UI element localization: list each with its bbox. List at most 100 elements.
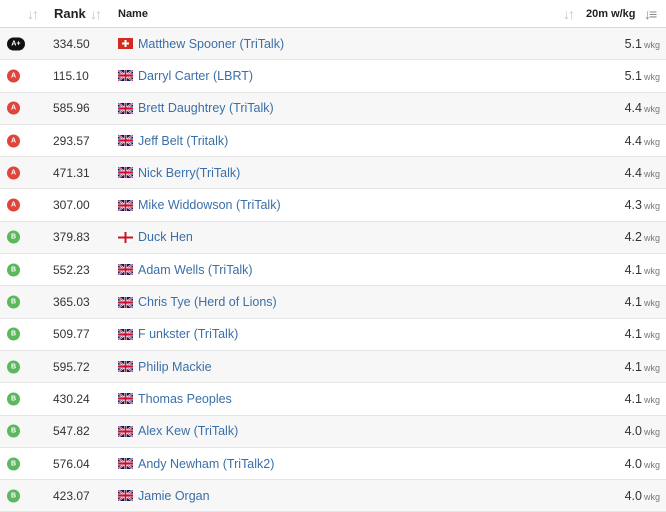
rider-name-link[interactable]: Darryl Carter (LBRT) bbox=[138, 69, 253, 83]
rider-name-cell: Adam Wells (TriTalk) bbox=[118, 263, 253, 277]
rider-name-link[interactable]: Alex Kew (TriTalk) bbox=[138, 424, 238, 438]
wkg-unit: wkg bbox=[643, 298, 660, 309]
rider-name-link[interactable]: F unkster (TriTalk) bbox=[138, 327, 238, 341]
uk-flag-icon bbox=[118, 296, 138, 308]
rider-name-link[interactable]: Thomas Peoples bbox=[138, 392, 232, 406]
rider-name-link[interactable]: Philip Mackie bbox=[138, 360, 212, 374]
wkg-unit: wkg bbox=[643, 136, 660, 147]
rank-points: 365.03 bbox=[53, 295, 90, 310]
table-row: B 576.04 Andy Newham (TriTalk2) 4.0 wkg bbox=[0, 448, 666, 481]
category-badge: B bbox=[7, 263, 20, 277]
england-flag-icon bbox=[118, 231, 138, 243]
table-row: A 293.57 Jeff Belt (Tritalk) 4.4 wkg bbox=[0, 125, 666, 158]
rank-points: 471.31 bbox=[53, 165, 90, 180]
uk-flag-icon bbox=[118, 328, 138, 340]
table-row: B 365.03 Chris Tye (Herd of Lions) 4.1 wkg bbox=[0, 286, 666, 319]
sort-icon[interactable]: ↓↑ bbox=[27, 6, 39, 22]
wkg-unit: wkg bbox=[643, 491, 660, 502]
table-row: A 585.96 Brett Daughtrey (TriTalk) 4.4 wkg bbox=[0, 92, 666, 125]
wkg-cell: 4.4 wkg bbox=[625, 134, 660, 148]
wkg-unit: wkg bbox=[643, 459, 660, 470]
rider-name-link[interactable]: Jeff Belt (Tritalk) bbox=[138, 134, 228, 148]
rider-name-cell: Darryl Carter (LBRT) bbox=[118, 69, 253, 83]
rider-name-cell: Brett Daughtrey (TriTalk) bbox=[118, 101, 274, 115]
wkg-unit: wkg bbox=[643, 201, 660, 212]
uk-flag-icon bbox=[118, 102, 138, 114]
table-row: B 379.83 Duck Hen 4.2 wkg bbox=[0, 221, 666, 255]
wkg-cell: 4.0 wkg bbox=[625, 489, 660, 503]
wkg-value: 4.0 bbox=[624, 424, 642, 439]
wkg-cell: 4.1 wkg bbox=[625, 327, 660, 341]
category-badge: A bbox=[7, 69, 20, 83]
wkg-value: 4.1 bbox=[624, 359, 642, 374]
sort-icon[interactable]: ↓↑ bbox=[563, 6, 575, 22]
rank-points: 576.04 bbox=[53, 456, 90, 471]
wkg-unit: wkg bbox=[643, 168, 660, 179]
wkg-cell: 4.1 wkg bbox=[625, 392, 660, 406]
rider-name-cell: Chris Tye (Herd of Lions) bbox=[118, 295, 277, 309]
wkg-cell: 5.1 wkg bbox=[625, 69, 660, 83]
header-wkg[interactable]: 20m w/kg bbox=[586, 8, 636, 20]
category-badge: A bbox=[7, 101, 20, 115]
rank-points: 547.82 bbox=[53, 424, 90, 439]
rider-name-link[interactable]: Nick Berry(TriTalk) bbox=[138, 166, 240, 180]
wkg-unit: wkg bbox=[643, 233, 660, 244]
wkg-unit: wkg bbox=[643, 394, 660, 405]
header-name[interactable]: Name bbox=[118, 8, 148, 20]
category-badge: B bbox=[7, 230, 20, 244]
rank-points: 293.57 bbox=[53, 133, 90, 148]
wkg-cell: 4.3 wkg bbox=[625, 198, 660, 212]
rider-name-cell: Jamie Organ bbox=[118, 489, 210, 503]
leaderboard-table: ↓↑ Rank ↓↑ Name ↓↑ 20m w/kg ↓≡ A+ 334.50 M… bbox=[0, 0, 666, 512]
rider-name-link[interactable]: Matthew Spooner (TriTalk) bbox=[138, 37, 284, 51]
rider-name-link[interactable]: Jamie Organ bbox=[138, 489, 210, 503]
rank-points: 307.00 bbox=[53, 198, 90, 213]
rank-points: 334.50 bbox=[53, 36, 90, 51]
rank-sort-icon[interactable]: ↓↑ bbox=[90, 6, 102, 22]
wkg-cell: 4.0 wkg bbox=[625, 457, 660, 471]
uk-flag-icon bbox=[118, 361, 138, 373]
table-row: B 509.77 F unkster (TriTalk) 4.1 wkg bbox=[0, 319, 666, 351]
rank-points: 379.83 bbox=[53, 230, 90, 245]
rider-name-cell: Duck Hen bbox=[118, 230, 193, 244]
wkg-cell: 4.1 wkg bbox=[625, 360, 660, 374]
category-badge: A bbox=[7, 134, 20, 148]
wkg-cell: 4.1 wkg bbox=[625, 295, 660, 309]
rider-name-link[interactable]: Duck Hen bbox=[138, 230, 193, 244]
uk-flag-icon bbox=[118, 264, 138, 276]
wkg-value: 4.3 bbox=[624, 198, 642, 213]
rider-name-link[interactable]: Chris Tye (Herd of Lions) bbox=[138, 295, 277, 309]
wkg-value: 5.1 bbox=[624, 68, 642, 83]
rank-points: 585.96 bbox=[53, 101, 90, 116]
rider-name-cell: Mike Widdowson (TriTalk) bbox=[118, 198, 281, 212]
rider-name-link[interactable]: Andy Newham (TriTalk2) bbox=[138, 457, 274, 471]
wkg-cell: 4.1 wkg bbox=[625, 263, 660, 277]
table-row: B 423.07 Jamie Organ 4.0 wkg bbox=[0, 480, 666, 512]
wkg-unit: wkg bbox=[643, 71, 660, 82]
wkg-value: 4.0 bbox=[624, 488, 642, 503]
rider-name-link[interactable]: Mike Widdowson (TriTalk) bbox=[138, 198, 281, 212]
category-badge: A bbox=[7, 198, 20, 212]
uk-flag-icon bbox=[118, 70, 138, 82]
rider-name-link[interactable]: Adam Wells (TriTalk) bbox=[138, 263, 253, 277]
table-row: B 595.72 Philip Mackie 4.1 wkg bbox=[0, 350, 666, 384]
rider-name-cell: Thomas Peoples bbox=[118, 392, 232, 406]
wkg-cell: 4.0 wkg bbox=[625, 424, 660, 438]
uk-flag-icon bbox=[118, 199, 138, 211]
wkg-unit: wkg bbox=[643, 104, 660, 115]
category-badge: B bbox=[7, 360, 20, 374]
wkg-sort-active-icon[interactable]: ↓≡ bbox=[644, 6, 657, 22]
uk-flag-icon bbox=[118, 425, 138, 437]
category-badge: A bbox=[7, 166, 20, 180]
wkg-value: 4.2 bbox=[624, 230, 642, 245]
rider-name-link[interactable]: Brett Daughtrey (TriTalk) bbox=[138, 101, 274, 115]
rank-points: 423.07 bbox=[53, 488, 90, 503]
table-row: A 115.10 Darryl Carter (LBRT) 5.1 wkg bbox=[0, 60, 666, 93]
rank-points: 430.24 bbox=[53, 391, 90, 406]
wkg-cell: 4.4 wkg bbox=[625, 101, 660, 115]
rider-name-cell: Andy Newham (TriTalk2) bbox=[118, 457, 274, 471]
header-rank[interactable]: Rank bbox=[54, 6, 86, 21]
category-badge: B bbox=[7, 295, 20, 309]
table-row: A 307.00 Mike Widdowson (TriTalk) 4.3 wkg bbox=[0, 189, 666, 222]
wkg-value: 4.4 bbox=[624, 101, 642, 116]
